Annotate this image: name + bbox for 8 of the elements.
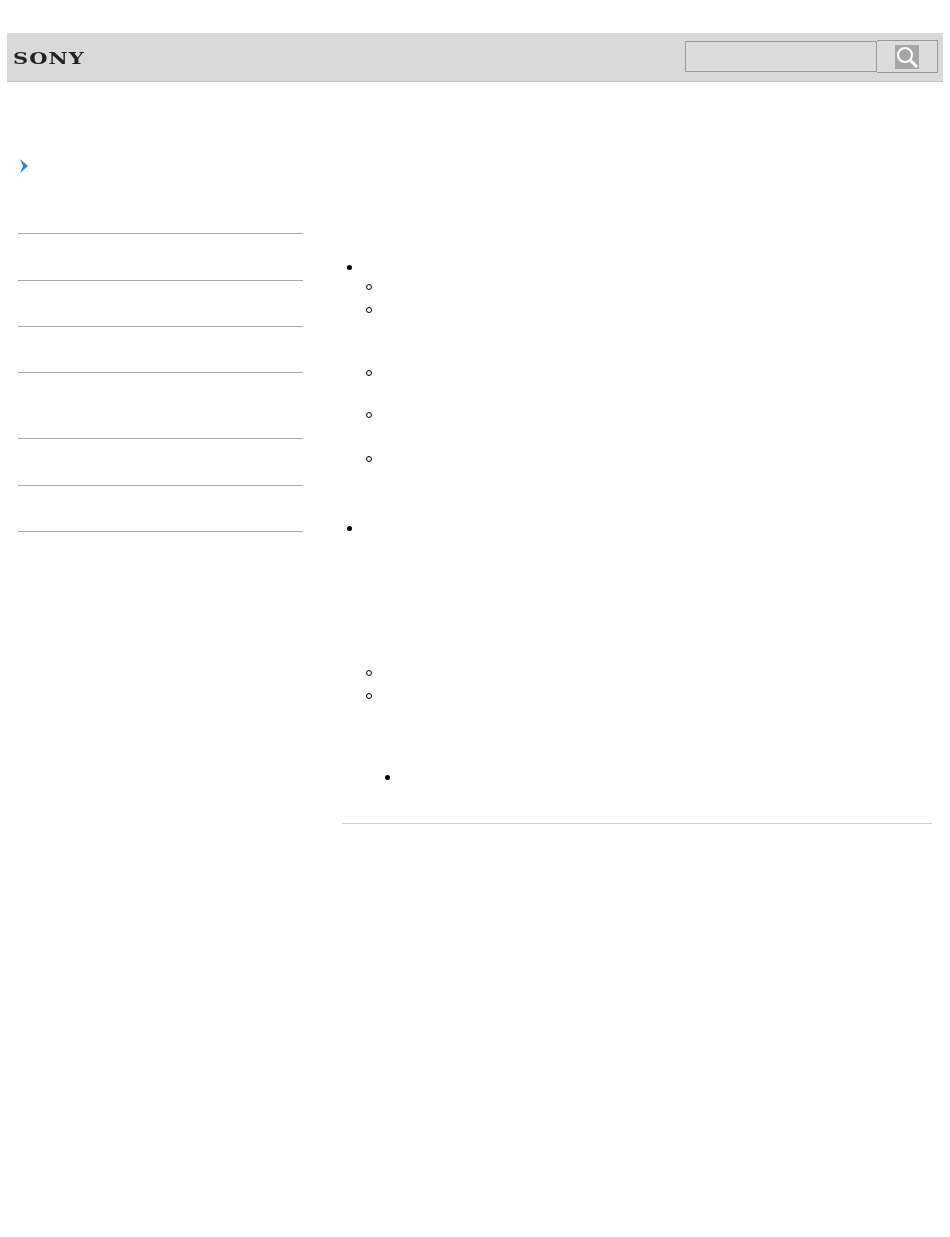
search-icon: [895, 44, 919, 69]
logo[interactable]: SONY: [13, 47, 85, 67]
chevron-icon[interactable]: [18, 158, 30, 174]
search-button[interactable]: [877, 40, 938, 73]
bullet-icon: [347, 526, 352, 531]
bullet-icon: [385, 775, 390, 780]
bullet-icon: [347, 265, 352, 270]
search-field[interactable]: [685, 41, 877, 72]
